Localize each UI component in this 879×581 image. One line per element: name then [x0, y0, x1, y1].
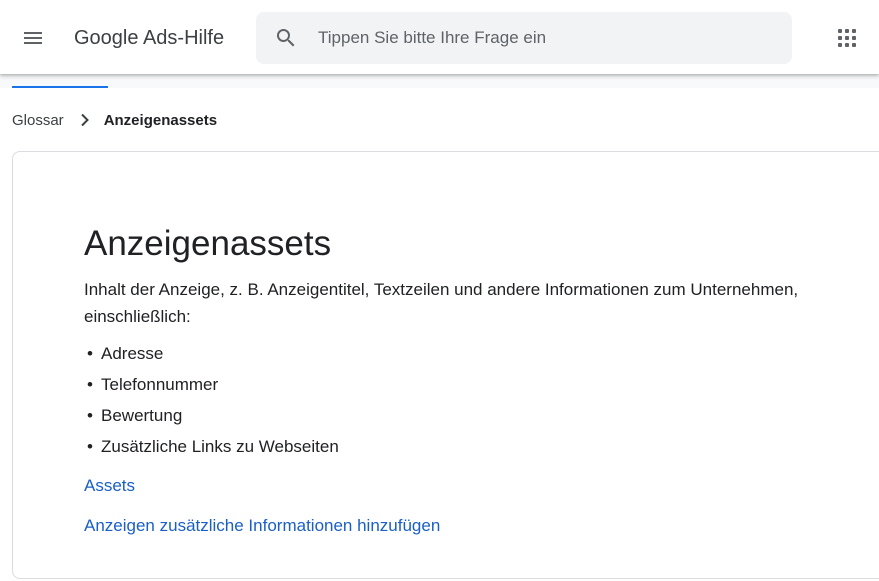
search-icon[interactable] [274, 26, 298, 50]
apps-grid-icon [838, 29, 856, 47]
google-apps-button[interactable] [828, 19, 866, 57]
chevron-right-icon [80, 113, 90, 127]
list-item: • Bewertung [84, 403, 339, 434]
bullet-icon: • [87, 406, 93, 425]
list-item-text: Bewertung [101, 406, 183, 425]
search-box[interactable] [256, 12, 792, 64]
active-tab-indicator [12, 86, 108, 88]
breadcrumb-link-glossar[interactable]: Glossar [12, 112, 64, 129]
assets-link[interactable]: Assets [84, 476, 135, 496]
page-title: Anzeigenassets [84, 224, 332, 263]
breadcrumb-current: Anzeigenassets [103, 111, 218, 129]
app-title[interactable]: Google Ads-Hilfe [74, 27, 224, 50]
list-item: • Telefonnummer [84, 372, 339, 403]
list-item: • Zusätzliche Links zu Webseiten [84, 434, 339, 465]
sub-navigation-bar [0, 74, 879, 88]
main-menu-button[interactable] [14, 19, 52, 57]
list-item-text: Zusätzliche Links zu Webseiten [101, 437, 339, 456]
bullet-icon: • [87, 437, 93, 456]
add-info-link[interactable]: Anzeigen zusätzliche Informationen hinzu… [84, 516, 440, 536]
article-description: Inhalt der Anzeige, z. B. Anzeigentitel,… [84, 280, 799, 326]
list-item-text: Adresse [101, 344, 164, 363]
assets-list: • Adresse • Telefonnummer • Bewertung • Zusä… [84, 341, 339, 465]
breadcrumb: Glossar Anzeigenassets [12, 110, 217, 130]
list-item-text: Telefonnummer [101, 375, 219, 394]
menu-icon [24, 32, 42, 44]
top-app-bar: Google Ads-Hilfe [0, 0, 879, 74]
list-item: • Adresse [84, 341, 339, 372]
search-input[interactable] [318, 12, 778, 64]
bullet-icon: • [87, 375, 93, 394]
bullet-icon: • [87, 344, 93, 363]
article-card: Anzeigenassets Inhalt der Anzeige, z. B.… [12, 151, 879, 579]
